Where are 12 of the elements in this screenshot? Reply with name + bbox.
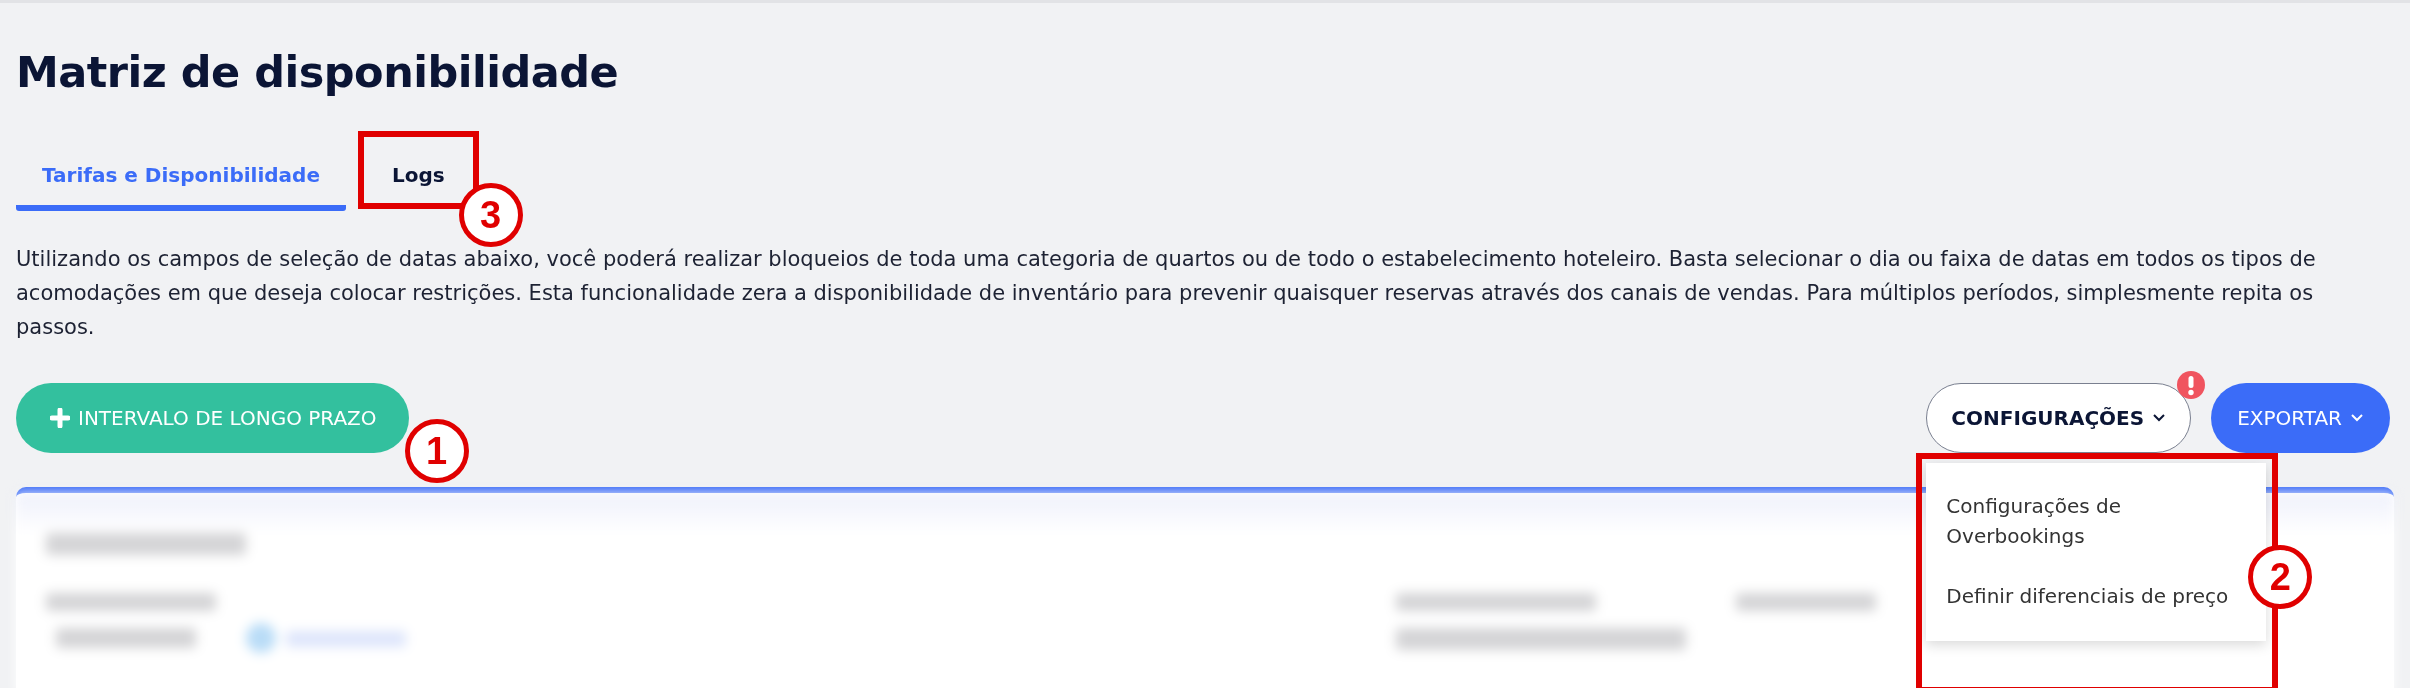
annotation-number: 3	[458, 183, 523, 247]
menu-item[interactable]: Configurações de Overbookings	[1946, 491, 2247, 551]
page-title: Matriz de disponibilidade	[16, 47, 620, 97]
settings-dropdown-button[interactable]: CONFIGURAÇÕES	[1926, 383, 2192, 453]
annotation-number: 1	[404, 419, 469, 483]
chevron-down-icon	[2152, 413, 2167, 423]
description-text: Utilizando os campos de seleção de datas abaixo, você poderá realizar bloqueios de toda uma categoria de quartos ou de todo o estabelecimento hoteleiro. Basta selecionar o dia ou faixa de datas em todos os tipos de acomodações em que deseja colocar restrições. Esta funcionalidade zera a disponibilidade de inventário para prevenir quaisquer reservas através dos canais de vendas. Para múltiplos períodos, simplesmente repita os passos.	[16, 246, 2317, 341]
export-dropdown-button[interactable]: EXPORTAR	[2211, 383, 2390, 453]
menu-item[interactable]: Definir diferenciais de preço	[1946, 581, 2247, 611]
plus-icon	[50, 408, 70, 428]
chevron-down-icon	[2350, 413, 2364, 423]
tab[interactable]: Tarifas e Disponibilidade	[16, 149, 346, 211]
